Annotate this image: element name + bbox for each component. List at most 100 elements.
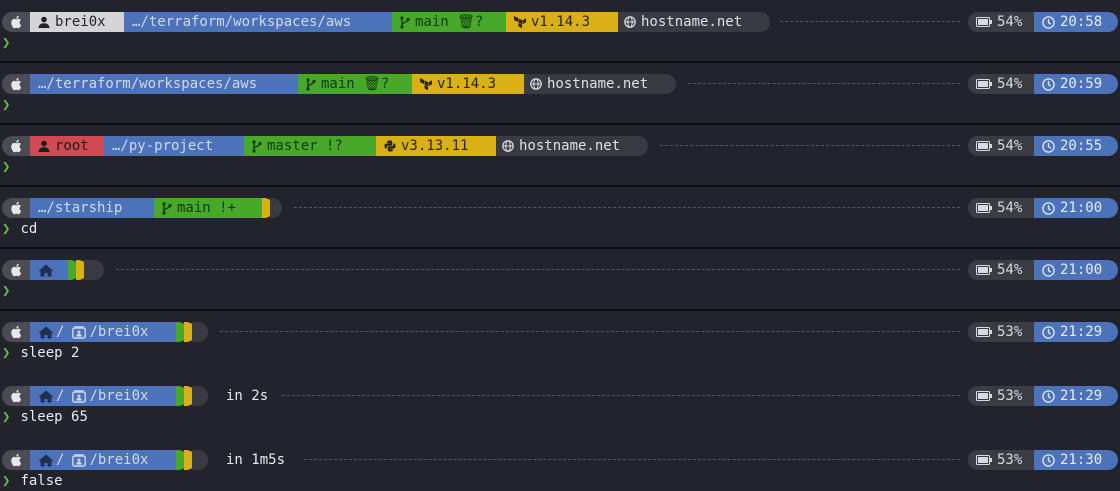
command-input-line[interactable]: ❯ cd bbox=[2, 219, 37, 239]
language-version-segment: v1.14.3 bbox=[506, 12, 618, 32]
time: 21:29 bbox=[1060, 324, 1103, 340]
command-input-line[interactable]: ❯ sleep 2 bbox=[2, 343, 79, 363]
apple-icon bbox=[10, 324, 22, 340]
clock-icon bbox=[1042, 324, 1055, 340]
battery-icon bbox=[976, 388, 992, 404]
os-segment bbox=[2, 12, 30, 32]
battery-icon bbox=[976, 262, 992, 278]
prompt-chevron: ❯ bbox=[2, 283, 11, 299]
terraform-icon bbox=[514, 14, 526, 30]
separator bbox=[0, 123, 1120, 125]
separator bbox=[0, 247, 1120, 249]
time-segment: 21:29 bbox=[1034, 386, 1118, 406]
os-segment bbox=[2, 198, 30, 218]
user-folder-icon bbox=[72, 452, 87, 468]
path-separator: / bbox=[56, 324, 65, 340]
prompt-filler bbox=[780, 21, 960, 22]
prompt-line: / /brei0x in 2s 53% 21:29 bbox=[0, 385, 1120, 407]
prompt-chevron: ❯ bbox=[2, 409, 11, 425]
time: 21:30 bbox=[1060, 452, 1103, 468]
user-segment: root bbox=[30, 136, 104, 156]
time: 21:00 bbox=[1060, 200, 1103, 216]
prompt-line: …/starship main !+ 54% 21:00 bbox=[0, 197, 1120, 219]
battery-level: 54% bbox=[997, 262, 1023, 278]
directory-segment bbox=[30, 260, 72, 280]
os-segment bbox=[2, 74, 30, 94]
prompt-filler bbox=[116, 269, 960, 270]
git-segment: master !? bbox=[244, 136, 376, 156]
battery-level: 54% bbox=[997, 14, 1023, 30]
git-branch-icon bbox=[400, 14, 410, 30]
home-icon bbox=[38, 324, 54, 340]
clock-icon bbox=[1042, 138, 1055, 154]
git-branch-icon bbox=[162, 200, 172, 216]
user-folder-icon bbox=[72, 388, 87, 404]
clock-icon bbox=[1042, 14, 1055, 30]
terraform-icon bbox=[420, 76, 432, 92]
user-icon bbox=[38, 14, 50, 30]
time: 20:55 bbox=[1060, 138, 1103, 154]
battery-icon bbox=[976, 138, 992, 154]
git-segment: main !+ bbox=[154, 198, 266, 218]
terminal-window[interactable]: brei0x …/terraform/workspaces/aws main 🗑… bbox=[0, 0, 1120, 489]
apple-icon bbox=[10, 262, 22, 278]
git-branch-icon bbox=[306, 76, 316, 92]
time: 20:59 bbox=[1060, 76, 1103, 92]
os-segment bbox=[2, 136, 30, 156]
path-separator: / bbox=[56, 388, 65, 404]
clock-icon bbox=[1042, 388, 1055, 404]
user-icon bbox=[38, 138, 50, 154]
directory-segment: / /brei0x bbox=[30, 386, 180, 406]
command-duration: in 1m5s bbox=[226, 452, 286, 468]
directory-path: /brei0x bbox=[89, 388, 149, 404]
command-input-line[interactable]: ❯ bbox=[2, 95, 20, 115]
command-input-line[interactable]: ❯ bbox=[2, 33, 20, 53]
battery-level: 54% bbox=[997, 138, 1023, 154]
separator bbox=[0, 309, 1120, 311]
os-segment bbox=[2, 322, 30, 342]
tool-version: v1.14.3 bbox=[437, 76, 497, 92]
command-input-line[interactable]: ❯ sleep 65 bbox=[2, 407, 88, 427]
git-status: main 🗑? bbox=[415, 14, 484, 30]
hostname-segment: hostname.net bbox=[618, 12, 770, 32]
directory-path: …/starship bbox=[38, 200, 123, 216]
prompt-line: root …/py-project master !? v3.13.11 hos… bbox=[0, 135, 1120, 157]
segment-cap bbox=[270, 198, 282, 218]
path-separator: / bbox=[56, 452, 65, 468]
prompt-line: / /brei0x in 1m5s 53% 21:30 bbox=[0, 449, 1120, 471]
segment-cap bbox=[84, 260, 104, 280]
directory-path: …/terraform/workspaces/aws bbox=[38, 76, 258, 92]
tool-version: v1.14.3 bbox=[531, 14, 591, 30]
directory-path: /brei0x bbox=[89, 324, 149, 340]
battery-icon bbox=[976, 14, 992, 30]
time-segment: 20:59 bbox=[1034, 74, 1118, 94]
directory-segment: …/terraform/workspaces/aws bbox=[124, 12, 392, 32]
os-segment bbox=[2, 450, 30, 470]
apple-icon bbox=[10, 388, 22, 404]
prompt-filler bbox=[688, 83, 960, 84]
hostname-segment: hostname.net bbox=[496, 136, 648, 156]
prompt-chevron: ❯ bbox=[2, 97, 11, 113]
clock-icon bbox=[1042, 76, 1055, 92]
command-input-line[interactable]: ❯ false bbox=[2, 471, 63, 491]
prompt-line: …/terraform/workspaces/aws main 🗑? v1.14… bbox=[0, 73, 1120, 95]
prompt-chevron: ❯ bbox=[2, 221, 11, 237]
git-branch-icon bbox=[252, 138, 262, 154]
python-icon bbox=[384, 138, 396, 154]
time: 21:00 bbox=[1060, 262, 1103, 278]
battery-icon bbox=[976, 76, 992, 92]
directory-path: …/terraform/workspaces/aws bbox=[132, 14, 352, 30]
prompt-line: 54% 21:00 bbox=[0, 259, 1120, 281]
time-segment: 21:30 bbox=[1034, 450, 1118, 470]
hostname: hostname.net bbox=[519, 138, 621, 154]
command-input-line[interactable]: ❯ bbox=[2, 157, 20, 177]
command-input-line[interactable]: ❯ bbox=[2, 281, 20, 301]
directory-segment: …/starship bbox=[30, 198, 154, 218]
battery-icon bbox=[976, 324, 992, 340]
hostname: hostname.net bbox=[547, 76, 649, 92]
time-segment: 21:29 bbox=[1034, 322, 1118, 342]
battery-level: 53% bbox=[997, 324, 1023, 340]
prompt-filler bbox=[294, 207, 960, 208]
git-segment: main 🗑? bbox=[392, 12, 506, 32]
battery-level: 53% bbox=[997, 452, 1023, 468]
